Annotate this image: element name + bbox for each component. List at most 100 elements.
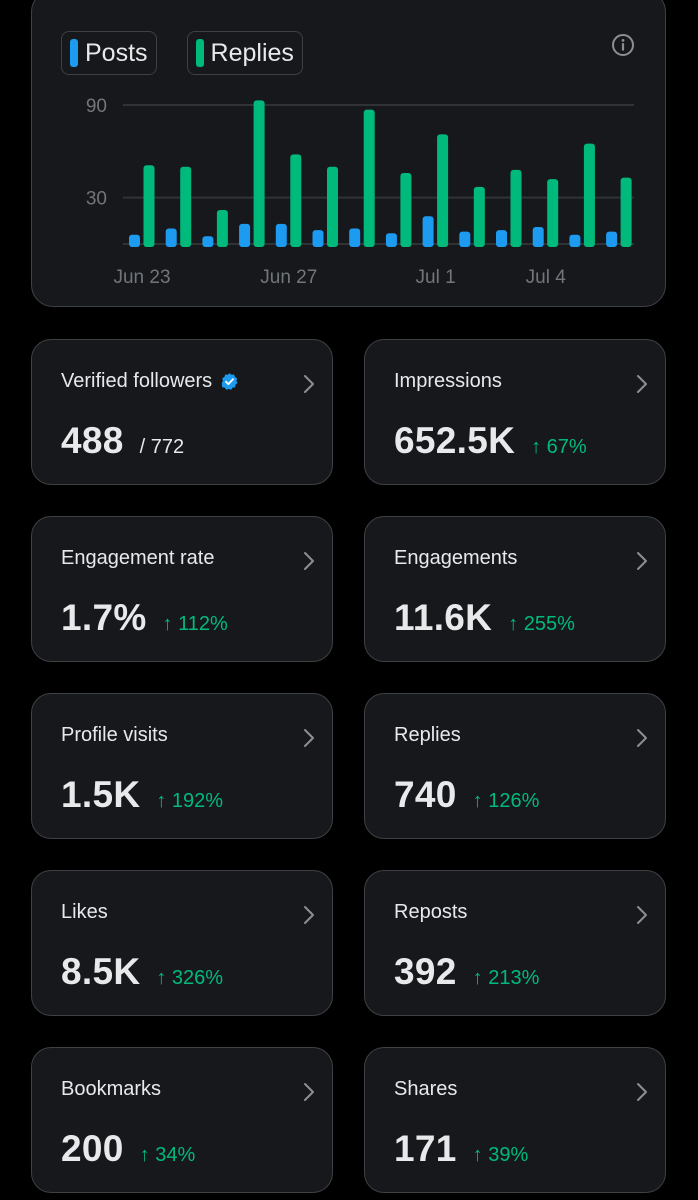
metric-value: 8.5K [61, 951, 141, 992]
metric-label: Impressions [394, 370, 502, 392]
metric-change: ↑ 255% [508, 613, 575, 635]
replies-bar[interactable] [510, 169, 522, 247]
replies-bar[interactable] [327, 166, 338, 247]
metric-label-wrap: Engagement rate [61, 547, 214, 570]
posts-bar[interactable] [202, 236, 214, 247]
posts-bar[interactable] [165, 228, 177, 247]
replies-bar[interactable] [290, 154, 302, 247]
metric-change: ↑ 39% [472, 1144, 529, 1166]
chevron-right-icon [304, 1083, 314, 1101]
activity-chart-card: Posts Replies 90 30 Jun 23 Jun 27 Jul 1 Jul 4 [31, 0, 666, 307]
x-tick-label: Jun 23 [113, 267, 170, 288]
metric-change: ↑ 326% [156, 967, 224, 989]
posts-bar[interactable] [422, 216, 434, 247]
chevron-right-icon [304, 552, 314, 570]
metric-value-row: 8.5K ↑ 326% [61, 951, 223, 993]
metric-value-row: 171 ↑ 39% [394, 1128, 528, 1170]
posts-bar[interactable] [496, 230, 507, 247]
y-tick-label: 30 [86, 189, 107, 210]
chevron-right-icon [637, 906, 647, 924]
posts-bar[interactable] [312, 230, 324, 247]
metric-value-row: 740 ↑ 126% [394, 774, 539, 816]
metric-card-impressions[interactable]: Impressions 652.5K ↑ 67% [364, 339, 666, 485]
metric-card-likes[interactable]: Likes 8.5K ↑ 326% [31, 870, 333, 1016]
metric-label: Shares [394, 1078, 458, 1100]
metric-label: Verified followers [61, 370, 213, 392]
metric-value: 652.5K [394, 420, 516, 461]
posts-bar[interactable] [239, 223, 251, 247]
replies-bar[interactable] [143, 165, 155, 247]
metric-label-wrap: Shares [394, 1078, 457, 1101]
chevron-right-icon [637, 552, 647, 570]
posts-bar[interactable] [459, 231, 471, 247]
posts-bar[interactable] [606, 231, 618, 247]
replies-bar[interactable] [437, 134, 449, 247]
chevron-right-icon [304, 375, 314, 393]
replies-bar[interactable] [363, 109, 375, 247]
metric-value: 488 [61, 420, 124, 461]
metric-value-row: 392 ↑ 213% [394, 951, 539, 993]
replies-bar[interactable] [180, 166, 192, 247]
posts-bar[interactable] [385, 233, 397, 247]
metric-card-bookmarks[interactable]: Bookmarks 200 ↑ 34% [31, 1047, 333, 1193]
metric-value: 392 [394, 951, 457, 992]
metric-card-replies[interactable]: Replies 740 ↑ 126% [364, 693, 666, 839]
y-tick-label: 90 [86, 96, 107, 117]
chevron-right-icon [304, 729, 314, 747]
metric-change: ↑ 34% [139, 1144, 196, 1166]
metric-change: ↑ 112% [162, 613, 228, 635]
metric-label-wrap: Likes [61, 901, 108, 924]
x-tick-label: Jul 4 [526, 267, 567, 288]
metric-label-wrap: Verified followers [61, 370, 239, 393]
posts-bar[interactable] [275, 223, 287, 247]
replies-bar[interactable] [473, 186, 485, 247]
posts-bar[interactable] [349, 228, 361, 247]
metric-label-wrap: Replies [394, 724, 461, 747]
metric-label: Bookmarks [61, 1078, 162, 1100]
verified-badge-icon [222, 373, 238, 390]
metric-card-engagement-rate[interactable]: Engagement rate 1.7% ↑ 112% [31, 516, 333, 662]
posts-bar[interactable] [129, 234, 140, 247]
posts-bar[interactable] [532, 227, 544, 247]
metric-label-wrap: Profile visits [61, 724, 168, 747]
replies-bar[interactable] [400, 172, 412, 247]
bar-chart: 90 30 Jun 23 Jun 27 Jul 1 Jul 4 [86, 96, 634, 288]
metric-change: ↑ 213% [472, 967, 540, 989]
metric-value: 11.6K [394, 597, 493, 638]
replies-bar[interactable] [547, 179, 559, 247]
metric-value: 1.7% [61, 597, 147, 638]
metric-label: Replies [394, 724, 461, 746]
metric-change: ↑ 126% [472, 790, 540, 812]
metric-card-engagements[interactable]: Engagements 11.6K ↑ 255% [364, 516, 666, 662]
metric-label: Engagements [394, 547, 518, 569]
metric-label: Profile visits [61, 724, 168, 746]
metric-label-wrap: Impressions [394, 370, 502, 393]
metric-card-shares[interactable]: Shares 171 ↑ 39% [364, 1047, 666, 1193]
metric-card-verified-followers[interactable]: Verified followers 488 / 772 [31, 339, 333, 485]
metric-label: Likes [61, 901, 108, 923]
replies-bar[interactable] [583, 143, 595, 247]
metric-label-wrap: Bookmarks [61, 1078, 161, 1101]
metric-card-reposts[interactable]: Reposts 392 ↑ 213% [364, 870, 666, 1016]
replies-bar[interactable] [620, 177, 632, 247]
x-tick-label: Jun 27 [260, 267, 317, 288]
chevron-right-icon [304, 906, 314, 924]
metric-value-row: 488 / 772 [61, 420, 184, 462]
x-tick-label: Jul 1 [416, 267, 456, 288]
replies-bar[interactable] [253, 100, 265, 247]
posts-bar[interactable] [569, 234, 581, 247]
metric-value: 1.5K [61, 774, 141, 815]
metric-label: Reposts [394, 901, 468, 923]
metric-value-row: 11.6K ↑ 255% [394, 597, 575, 639]
metric-value-row: 1.5K ↑ 192% [61, 774, 223, 816]
metric-value-row: 652.5K ↑ 67% [394, 420, 587, 462]
metric-label: Engagement rate [61, 547, 215, 569]
metric-label-wrap: Engagements [394, 547, 517, 570]
metric-change: ↑ 192% [156, 790, 224, 812]
chevron-right-icon [637, 729, 647, 747]
replies-bar[interactable] [216, 210, 228, 247]
metric-value: 740 [394, 774, 457, 815]
metric-card-profile-visits[interactable]: Profile visits 1.5K ↑ 192% [31, 693, 333, 839]
metric-value-row: 200 ↑ 34% [61, 1128, 195, 1170]
metric-total: / 772 [139, 436, 185, 458]
